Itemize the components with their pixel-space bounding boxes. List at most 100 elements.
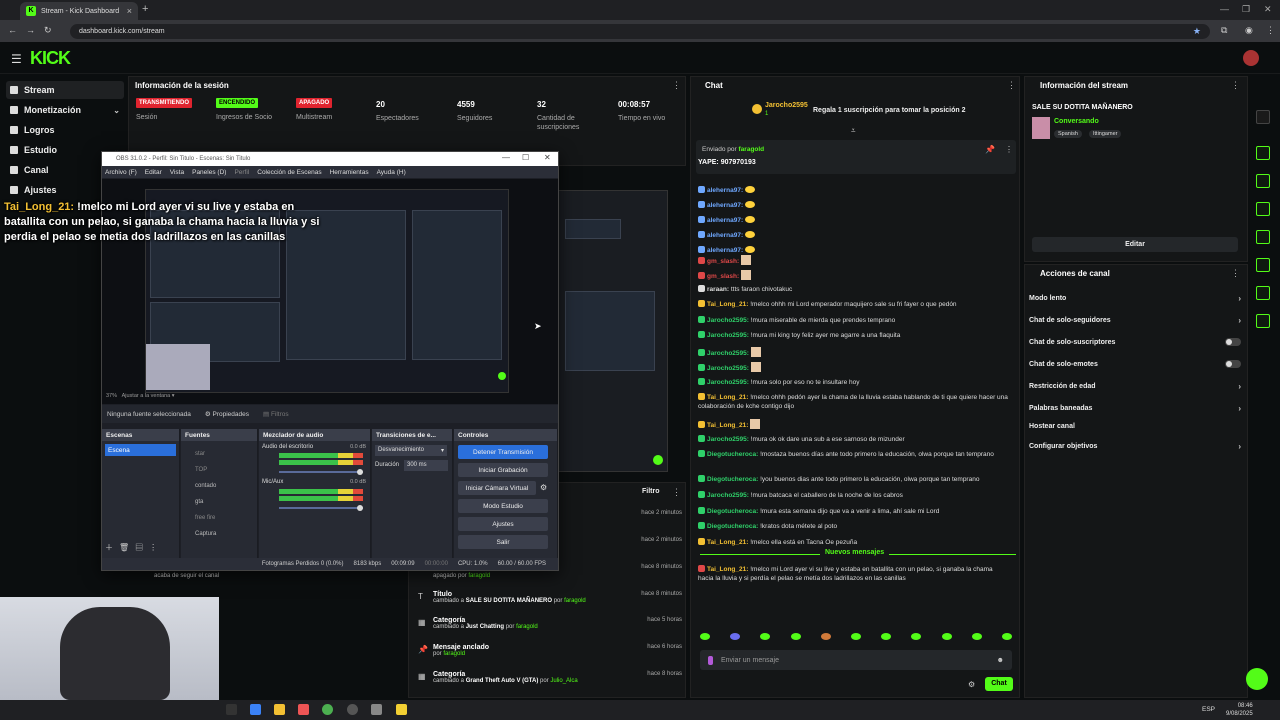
chat-username[interactable]: aleherna97: <box>707 202 743 209</box>
virtual-camera-button[interactable]: Iniciar Cámara Virtual <box>458 481 536 495</box>
source-item[interactable]: TOP <box>195 462 216 478</box>
stop-stream-button[interactable]: Detener Transmisión <box>458 445 548 459</box>
chat-username[interactable]: aleherna97: <box>707 187 743 194</box>
expand-icon[interactable]: ⩡ <box>851 126 856 136</box>
scene-item[interactable]: Escena <box>105 444 176 456</box>
chat-username[interactable]: Tai_Long_21: <box>707 394 748 401</box>
obs-menu-editar[interactable]: Editar <box>145 169 162 176</box>
channel-action-item[interactable]: Chat de solo-suscriptores <box>1029 338 1241 346</box>
start-recording-button[interactable]: Iniciar Grabación <box>458 463 548 477</box>
chat-username[interactable]: Jarocho2595: <box>707 317 749 324</box>
virtual-camera-gear-icon[interactable]: ⚙ <box>540 483 547 492</box>
source-item[interactable]: contado <box>195 478 216 494</box>
chat-settings-icon[interactable]: ⚙ <box>968 680 975 689</box>
obs-icon[interactable] <box>347 704 358 715</box>
tool-icon[interactable] <box>1256 146 1270 160</box>
obs-menu-vista[interactable]: Vista <box>170 169 184 176</box>
emote-icon[interactable] <box>881 633 892 640</box>
help-chat-icon[interactable] <box>1246 668 1268 690</box>
url-input[interactable]: dashboard.kick.com/stream ★ <box>70 24 1210 39</box>
back-icon[interactable]: ← <box>8 25 17 35</box>
chat-username[interactable]: Jarocho2595: <box>707 379 749 386</box>
tag[interactable]: Spanish <box>1054 130 1082 138</box>
obs-menu-paneles[interactable]: Paneles (D) <box>192 169 226 176</box>
chat-username[interactable]: Jarocho2595: <box>707 350 749 357</box>
emote-icon[interactable] <box>790 633 801 640</box>
top-gifter[interactable]: Jarocho2595 <box>765 102 808 109</box>
chat-username[interactable]: raraan: <box>707 286 729 293</box>
filter-button[interactable]: Filtro <box>642 488 660 495</box>
chrome-icon[interactable] <box>322 704 333 715</box>
emote-icon[interactable] <box>760 633 771 640</box>
stream-info-more-icon[interactable]: ⋮ <box>1231 80 1240 91</box>
chat-username[interactable]: Diegotucheroca: <box>707 508 758 515</box>
chat-username[interactable]: Jarocho2595: <box>707 365 749 372</box>
obs-close-icon[interactable]: ✕ <box>544 153 551 162</box>
minimize-icon[interactable]: — <box>1220 4 1229 14</box>
toggle-switch[interactable] <box>1225 360 1241 368</box>
obs-exit-button[interactable]: Salir <box>458 535 548 549</box>
edit-stream-button[interactable]: Editar <box>1032 237 1238 252</box>
brave-icon[interactable] <box>298 704 309 715</box>
sidebar-item-stream[interactable]: Stream <box>6 81 124 99</box>
chat-username[interactable]: aleherna97: <box>707 217 743 224</box>
reload-icon[interactable]: ↻ <box>44 25 52 36</box>
obs-minimize-icon[interactable]: — <box>502 153 510 162</box>
chat-username[interactable]: Jarocho2595: <box>707 436 749 443</box>
chat-username[interactable]: Jarocho2595: <box>707 492 749 499</box>
obs-filters-button[interactable]: ▤ Filtros <box>263 410 289 418</box>
transition-select[interactable]: Desvanecimiento ▾ <box>375 445 447 456</box>
obs-menu-colecciones[interactable]: Colección de Escenas <box>257 169 321 176</box>
chat-input[interactable]: Enviar un mensaje ☻ <box>700 650 1012 670</box>
obs-menu-archivo[interactable]: Archivo (F) <box>105 169 137 176</box>
sidebar-item-monetizacion[interactable]: Monetización ⌄ <box>6 101 124 119</box>
channel-action-item[interactable]: Modo lento › <box>1029 294 1241 303</box>
chat-username[interactable]: Diegotucheroca: <box>707 523 758 530</box>
hamburger-icon[interactable]: ☰ <box>11 52 22 66</box>
user-avatar[interactable] <box>1243 50 1259 66</box>
chat-username[interactable]: aleherna97: <box>707 232 743 239</box>
tag[interactable]: Ittingamer <box>1089 130 1122 138</box>
chat-username[interactable]: gm_slash: <box>707 273 739 280</box>
pinned-more-icon[interactable]: ⋮ <box>1005 145 1013 154</box>
edit-tool-icon[interactable] <box>1256 110 1270 124</box>
obs-properties-button[interactable]: ⚙ Propiedades <box>205 410 249 418</box>
source-item[interactable]: free fire <box>195 510 216 526</box>
scene-controls[interactable]: ＋🗑▤⋮ <box>105 542 163 553</box>
chat-username[interactable]: Diegotucheroca: <box>707 476 758 483</box>
chat-username[interactable]: Diegotucheroca: <box>707 451 758 458</box>
obs-settings-button[interactable]: Ajustes <box>458 517 548 531</box>
bookmark-star-icon[interactable]: ★ <box>1193 26 1201 37</box>
emote-icon[interactable] <box>820 633 831 640</box>
duration-input[interactable]: 300 ms <box>404 460 448 471</box>
app-icon[interactable] <box>371 704 382 715</box>
tool-icon[interactable] <box>1256 230 1270 244</box>
emote-icon[interactable] <box>941 633 952 640</box>
forward-icon[interactable]: → <box>26 25 35 35</box>
emoji-icon[interactable]: ☻ <box>997 657 1004 664</box>
channel-action-item[interactable]: Hostear canal <box>1029 423 1241 430</box>
kick-logo[interactable]: KICK <box>30 48 71 69</box>
emote-icon[interactable] <box>911 633 922 640</box>
clock[interactable]: 08:46 9/08/2025 <box>1226 702 1253 718</box>
source-item[interactable]: gta <box>195 494 216 510</box>
search-icon[interactable] <box>226 704 237 715</box>
emote-icon[interactable] <box>730 633 741 640</box>
menu-icon[interactable]: ⋮ <box>1266 25 1275 36</box>
chat-username[interactable]: aleherna97: <box>707 247 743 254</box>
emote-icon[interactable] <box>850 633 861 640</box>
channel-action-item[interactable]: Configurar objetivos › <box>1029 442 1241 451</box>
more-icon[interactable]: ⋮ <box>672 80 681 91</box>
obs-menu-herramientas[interactable]: Herramientas <box>330 169 369 176</box>
extensions-icon[interactable]: ⧉ <box>1221 25 1227 36</box>
channel-action-item[interactable]: Chat de solo-seguidores › <box>1029 316 1241 325</box>
obs-menu-ayuda[interactable]: Ayuda (H) <box>377 169 406 176</box>
tool-icon[interactable] <box>1256 202 1270 216</box>
channel-action-item[interactable]: Palabras baneadas › <box>1029 404 1241 413</box>
wrench-icon[interactable] <box>1256 314 1270 328</box>
folder-icon[interactable] <box>274 704 285 715</box>
mic-slider[interactable] <box>279 507 363 509</box>
chat-username[interactable]: gm_slash: <box>707 258 739 265</box>
chat-username[interactable]: Tai_Long_21: <box>707 301 748 308</box>
emote-icon[interactable] <box>700 633 710 640</box>
